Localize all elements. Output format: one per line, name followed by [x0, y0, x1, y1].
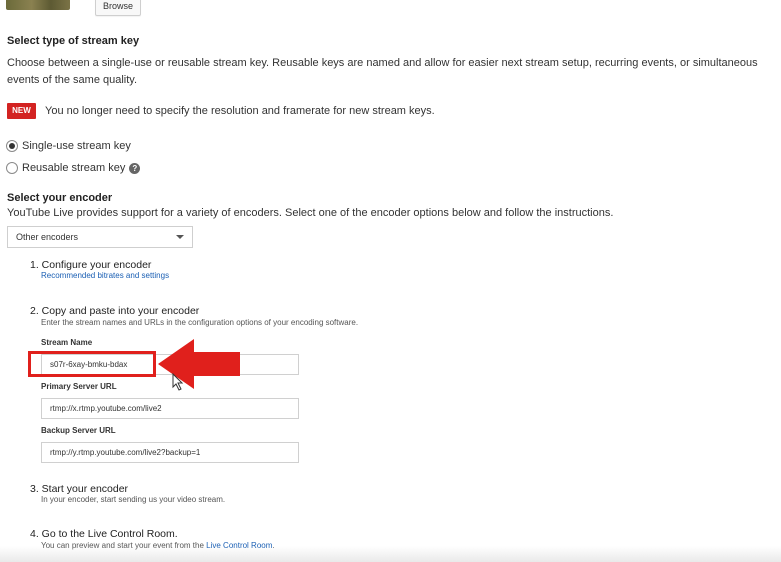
backup-url-field[interactable]: rtmp://y.rtmp.youtube.com/live2?backup=1 [41, 442, 299, 463]
step-1-title: 1. Configure your encoder [30, 259, 152, 271]
step-3-sub: In your encoder, start sending us your v… [41, 495, 226, 504]
browse-button[interactable]: Browse [95, 0, 141, 16]
encoder-select-value: Other encoders [16, 232, 79, 242]
step-4-title: 4. Go to the Live Control Room. [30, 528, 178, 540]
new-note: You no longer need to specify the resolu… [45, 105, 435, 117]
thumbnail-image [6, 0, 70, 10]
recommended-bitrates-link[interactable]: Recommended bitrates and settings [41, 271, 169, 280]
chevron-down-icon [176, 235, 184, 239]
radio-single-use[interactable]: Single-use stream key [6, 140, 131, 152]
radio-unselected-icon[interactable] [6, 162, 18, 174]
radio-selected-icon[interactable] [6, 140, 18, 152]
red-arrow-left-icon [158, 339, 240, 389]
help-circle-icon[interactable]: ? [129, 162, 141, 174]
mouse-pointer-icon [172, 373, 184, 391]
radio-single-use-label: Single-use stream key [22, 140, 131, 152]
new-badge: NEW [7, 103, 36, 119]
radio-reusable-label: Reusable stream key [22, 162, 126, 174]
encoder-description: YouTube Live provides support for a vari… [7, 207, 614, 219]
step-2-sub: Enter the stream names and URLs in the c… [41, 318, 359, 327]
stream-name-label: Stream Name [41, 338, 93, 347]
encoder-select[interactable]: Other encoders [7, 226, 193, 248]
backup-url-label: Backup Server URL [41, 426, 116, 435]
primary-url-label: Primary Server URL [41, 382, 117, 391]
step-2-title: 2. Copy and paste into your encoder [30, 305, 200, 317]
primary-url-field[interactable]: rtmp://x.rtmp.youtube.com/live2 [41, 398, 299, 419]
step-3-title: 3. Start your encoder [30, 483, 129, 495]
bottom-edge [0, 546, 781, 562]
radio-reusable[interactable]: Reusable stream key ? [6, 162, 141, 174]
step-1-link[interactable]: Recommended bitrates and settings [41, 271, 169, 280]
encoder-heading: Select your encoder [7, 192, 113, 204]
stream-key-heading: Select type of stream key [7, 35, 140, 47]
stream-name-highlight-box [28, 351, 156, 377]
stream-key-description: Choose between a single-use or reusable … [7, 57, 758, 86]
